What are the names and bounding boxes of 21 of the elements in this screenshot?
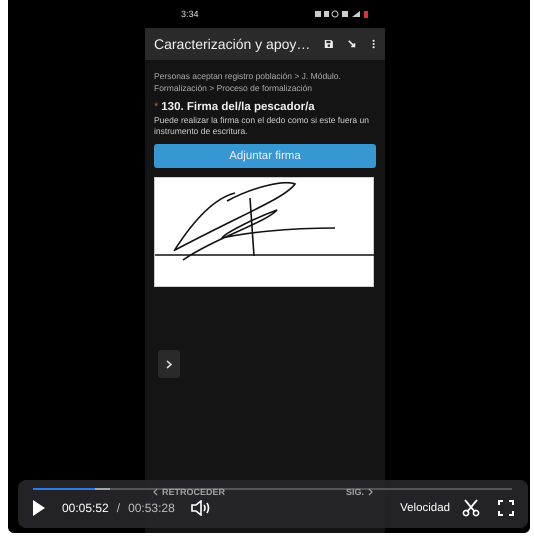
chevron-right-icon [166,360,172,368]
scissors-icon[interactable] [462,499,480,517]
status-time: 3:34 [181,9,199,19]
breadcrumb: Personas aceptan registro población > J. Módulo. Formalización > Proceso de formalización [154,70,342,94]
side-expand-button[interactable] [158,350,180,378]
play-icon[interactable] [32,499,46,517]
required-mark: * [154,101,158,113]
question-hint: Puede realizar la firma con el dedo como si este fuera un instrumento de escritura. [154,115,370,137]
save-icon[interactable] [324,38,334,50]
app-title: Caracterización y apoy… [154,36,310,52]
speed-button[interactable]: Velocidad [400,502,450,514]
question-title: 130. Firma del/la pescador/a [161,101,315,113]
more-icon[interactable] [372,38,376,50]
time-separator: / [116,501,120,515]
duration: 00:53:28 [128,501,175,515]
volume-icon[interactable] [190,500,211,516]
next-link[interactable]: SIG. [346,487,364,497]
current-time: 00:05:52 [62,501,109,515]
fullscreen-icon[interactable] [498,500,514,516]
arrow-icon[interactable] [348,38,358,50]
back-link[interactable]: RETROCEDER [162,487,226,497]
